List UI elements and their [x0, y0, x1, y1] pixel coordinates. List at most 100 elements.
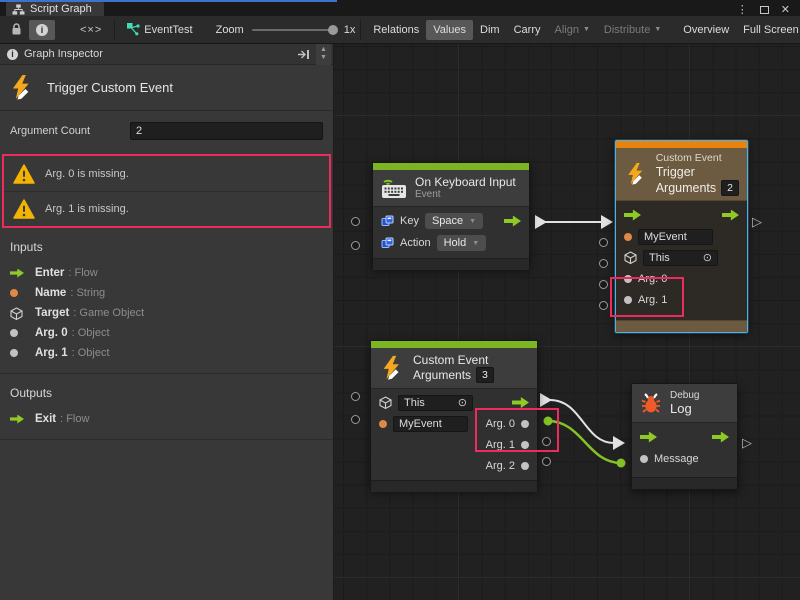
event-name-field[interactable]: MyEvent: [393, 416, 468, 432]
arg2-out-label: Arg. 2: [486, 460, 515, 472]
target-field[interactable]: This⊙: [643, 250, 718, 266]
flow-continue-icon[interactable]: ▷: [742, 436, 752, 449]
flow-out-port[interactable]: [712, 432, 729, 443]
inspector-scrollbar[interactable]: ▲ ▼: [316, 44, 331, 65]
flow-continue-icon[interactable]: ▷: [752, 215, 762, 228]
carry-button[interactable]: Carry: [507, 20, 548, 40]
event-name-field[interactable]: MyEvent: [638, 229, 713, 245]
trigger-arg1-port[interactable]: [599, 301, 608, 310]
zoom-slider-handle[interactable]: [328, 25, 338, 35]
input-pin-name: Name : String: [10, 283, 323, 303]
warning-text: Arg. 1 is missing.: [45, 203, 129, 215]
unit-title-block: Trigger Custom Event: [0, 65, 333, 111]
close-icon[interactable]: ✕: [781, 3, 790, 16]
target-field[interactable]: This⊙: [398, 395, 473, 411]
event-color-bar: [373, 163, 529, 170]
toolbar-separator: [114, 20, 115, 40]
values-button[interactable]: Values: [426, 20, 473, 40]
inspector-toggle-button[interactable]: i: [29, 20, 55, 40]
argument-count-badge[interactable]: 2: [721, 180, 739, 196]
object-port-icon: [10, 349, 18, 357]
flow-out-port[interactable]: [722, 210, 739, 221]
graph-canvas[interactable]: On Keyboard Input Event Key Space ▼: [334, 44, 800, 600]
gameobject-cube-icon: [10, 307, 23, 320]
unit-title: Trigger Custom Event: [47, 80, 173, 95]
toolbar-separator: [360, 20, 361, 40]
argument-count-input[interactable]: [130, 122, 323, 140]
warning-icon: [13, 199, 35, 219]
flow-in-port[interactable]: [624, 210, 641, 221]
object-port-icon[interactable]: [521, 462, 529, 470]
flow-out-port[interactable]: [512, 397, 529, 408]
lock-icon: [11, 23, 22, 36]
scroll-up-icon[interactable]: ▲: [320, 46, 327, 54]
graph-asset-icon: [127, 23, 140, 36]
node-footer: [373, 258, 529, 270]
trigger-target-port[interactable]: [599, 259, 608, 268]
string-port-icon[interactable]: [624, 233, 632, 241]
graph-inspector-panel: i Graph Inspector ▲ ▼ Trigger Custom Eve…: [0, 44, 334, 600]
full-screen-button[interactable]: Full Screen: [736, 20, 800, 40]
custom-event-icon: [379, 355, 405, 381]
key-dropdown[interactable]: Space ▼: [425, 213, 483, 229]
dock-panel-icon[interactable]: [297, 49, 310, 60]
port-label-key: Key: [400, 215, 419, 227]
keyboard-action-port[interactable]: [351, 241, 360, 250]
node-debug-log[interactable]: Debug Log Message: [631, 383, 738, 490]
code-preview-button[interactable]: <×>: [73, 20, 109, 40]
target-selector-icon[interactable]: ⊙: [703, 251, 712, 264]
object-port-icon[interactable]: [640, 455, 648, 463]
relations-button[interactable]: Relations: [366, 20, 426, 40]
enum-icon: [381, 215, 394, 227]
node-subtitle: Event: [415, 189, 516, 201]
warning-row: Arg. 0 is missing.: [4, 156, 329, 191]
object-port-icon: [10, 329, 18, 337]
distribute-button[interactable]: Distribute▼: [597, 20, 668, 40]
custom-event-target-port[interactable]: [351, 392, 360, 401]
custom-event-arg2-out-port[interactable]: [542, 457, 551, 466]
graph-breadcrumb[interactable]: EventTest: [120, 20, 199, 40]
action-dropdown[interactable]: Hold ▼: [437, 235, 487, 251]
node-kind: Custom Event: [413, 353, 494, 367]
outputs-section: Outputs Exit : Flow: [0, 374, 333, 433]
align-button[interactable]: Align▼: [547, 20, 596, 40]
target-selector-icon[interactable]: ⊙: [458, 396, 467, 409]
maximize-icon[interactable]: [760, 6, 769, 14]
inputs-section: Inputs Enter : Flow Name : String Target…: [0, 228, 333, 367]
warning-icon: [13, 164, 35, 184]
node-title: On Keyboard Input: [415, 175, 516, 189]
graph-name-label: EventTest: [144, 24, 192, 36]
info-icon: i: [36, 24, 48, 36]
warning-row: Arg. 1 is missing.: [4, 191, 329, 226]
trigger-color-bar: [616, 141, 747, 148]
keyboard-icon: [381, 178, 407, 199]
graph-toolbar: i <×> EventTest Zoom 1x Relations Values…: [0, 16, 800, 44]
gameobject-cube-icon: [624, 251, 637, 264]
trigger-name-port[interactable]: [599, 238, 608, 247]
node-on-keyboard-input[interactable]: On Keyboard Input Event Key Space ▼: [372, 162, 530, 268]
window-menu-icon[interactable]: ⋮: [737, 3, 748, 16]
dim-button[interactable]: Dim: [473, 20, 507, 40]
node-title-line2: Arguments: [413, 368, 471, 382]
event-color-bar: [371, 341, 537, 348]
flow-in-port[interactable]: [640, 432, 657, 443]
argument-count-label: Argument Count: [10, 125, 122, 137]
trigger-flow-out-port[interactable]: [504, 216, 521, 227]
enum-icon: [381, 237, 394, 249]
tab-script-graph[interactable]: Script Graph: [6, 2, 104, 16]
keyboard-key-port[interactable]: [351, 217, 360, 226]
tab-strip: Script Graph ⋮ ✕: [0, 0, 800, 16]
scroll-down-icon[interactable]: ▼: [320, 54, 327, 62]
bug-icon: [640, 392, 662, 414]
node-footer: [632, 477, 737, 489]
overview-button[interactable]: Overview: [676, 20, 736, 40]
string-port-icon[interactable]: [379, 420, 387, 428]
argument-count-badge[interactable]: 3: [476, 367, 494, 383]
custom-event-name-port[interactable]: [351, 415, 360, 424]
node-kind: Custom Event: [656, 152, 739, 165]
trigger-arg0-port[interactable]: [599, 280, 608, 289]
zoom-slider[interactable]: [252, 29, 336, 31]
inspector-header: i Graph Inspector ▲ ▼: [0, 44, 333, 65]
lock-button[interactable]: [4, 20, 29, 40]
dropdown-arrow-icon: ▼: [583, 26, 590, 33]
